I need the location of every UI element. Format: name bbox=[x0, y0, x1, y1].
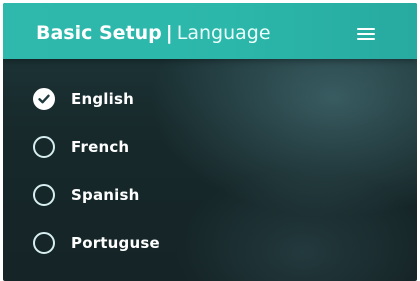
language-option-french[interactable]: French bbox=[33, 133, 373, 161]
language-label: French bbox=[71, 138, 130, 156]
radio-unchecked-icon[interactable] bbox=[33, 232, 55, 254]
language-label: Spanish bbox=[71, 186, 140, 204]
language-label: English bbox=[71, 90, 134, 108]
header-bar: Basic Setup | Language bbox=[3, 3, 417, 59]
language-label: Portuguse bbox=[71, 234, 160, 252]
language-panel: Basic Setup | Language English French Span… bbox=[3, 3, 417, 281]
hamburger-menu-icon[interactable] bbox=[353, 23, 381, 45]
checkmark-icon bbox=[38, 94, 50, 104]
language-option-english[interactable]: English bbox=[33, 85, 373, 113]
title-section: Basic Setup bbox=[36, 22, 162, 44]
radio-unchecked-icon[interactable] bbox=[33, 184, 55, 206]
radio-unchecked-icon[interactable] bbox=[33, 136, 55, 158]
language-option-spanish[interactable]: Spanish bbox=[33, 181, 373, 209]
language-option-portuguese[interactable]: Portuguse bbox=[33, 229, 373, 257]
title-subsection: Language bbox=[176, 22, 271, 44]
title-separator: | bbox=[165, 22, 173, 44]
radio-checked-icon[interactable] bbox=[33, 88, 55, 110]
page-title: Basic Setup | Language bbox=[36, 21, 271, 45]
